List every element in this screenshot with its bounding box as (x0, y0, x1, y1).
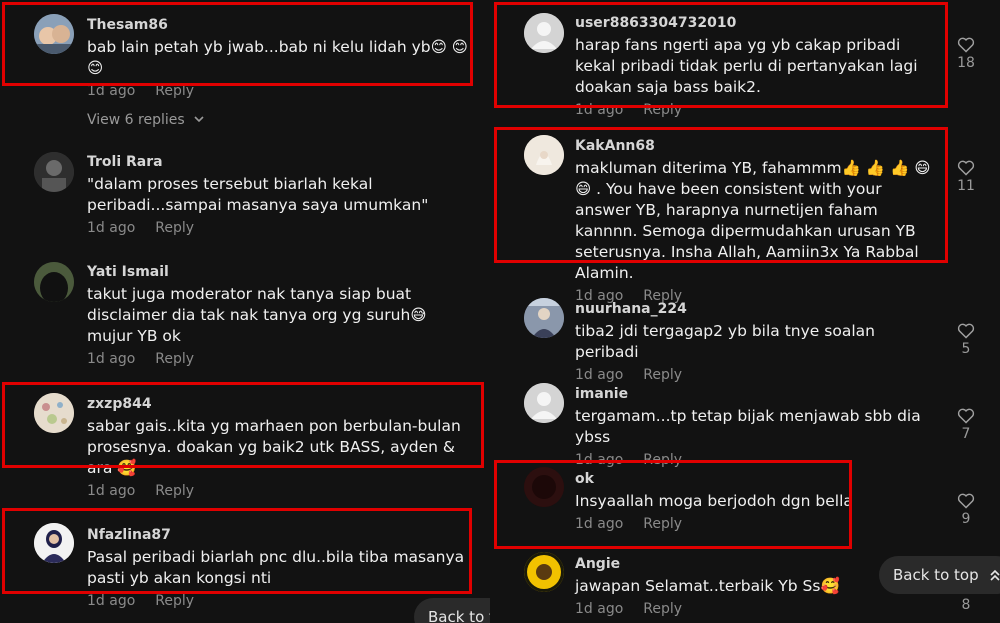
comment-username[interactable]: Nfazlina87 (87, 526, 472, 544)
heart-icon (957, 160, 975, 176)
avatar[interactable] (524, 467, 564, 507)
like-count: 5 (961, 341, 971, 357)
back-to-top-button[interactable]: Back to top (879, 556, 1000, 594)
reply-button[interactable]: Reply (643, 102, 682, 118)
comment-meta: 1d ago Reply (87, 593, 472, 609)
avatar[interactable] (524, 298, 564, 338)
heart-icon (957, 408, 975, 424)
comment-username[interactable]: Thesam86 (87, 16, 472, 34)
comment-meta: 1d ago Reply (575, 601, 935, 617)
comment-text: tergamam...tp tetap bijak menjawab sbb d… (575, 407, 921, 446)
comment-text: Insyaallah moga berjodoh dgn bella (575, 492, 853, 510)
comment-meta: 1d ago Reply (575, 516, 935, 532)
avatar[interactable] (524, 135, 564, 175)
double-chevron-up-icon (990, 569, 1000, 581)
reply-button[interactable]: Reply (643, 601, 682, 617)
comment-text: "dalam proses tersebut biarlah kekal per… (87, 175, 429, 214)
comment-meta: 1d ago Reply (575, 452, 935, 468)
reply-button[interactable]: Reply (643, 516, 682, 532)
comment-time: 1d ago (87, 593, 136, 609)
comment-time: 1d ago (87, 351, 136, 367)
avatar[interactable] (524, 383, 564, 423)
avatar[interactable] (34, 393, 74, 433)
comment-text: sabar gais..kita yg marhaen pon berbulan… (87, 417, 461, 477)
like-count: 7 (961, 426, 971, 442)
comment-time: 1d ago (575, 102, 624, 118)
like-button[interactable]: 7 (951, 408, 981, 442)
like-button[interactable]: 11 (951, 160, 981, 194)
back-to-top-button[interactable]: Back to to (414, 598, 490, 623)
view-replies-button[interactable]: View 6 replies (87, 112, 205, 128)
back-to-top-label: Back to top (893, 566, 979, 584)
like-count: 11 (957, 178, 975, 194)
heart-icon (957, 323, 975, 339)
reply-button[interactable]: Reply (643, 367, 682, 383)
like-count: 9 (961, 511, 971, 527)
left-comment-panel: Thesam86 bab lain petah yb jwab...bab ni… (0, 0, 490, 623)
comment-time: 1d ago (575, 452, 624, 468)
comment-username[interactable]: Troli Rara (87, 153, 472, 171)
comment-username[interactable]: zxzp844 (87, 395, 479, 413)
comment-username[interactable]: imanie (575, 385, 935, 403)
comment-time: 1d ago (575, 516, 624, 532)
reply-button[interactable]: Reply (643, 452, 682, 468)
comment-username[interactable]: Yati Ismail (87, 263, 472, 281)
avatar[interactable] (34, 14, 74, 54)
reply-button[interactable]: Reply (155, 83, 194, 99)
comment-meta: 1d ago Reply (575, 102, 935, 118)
comment-text: makluman diterima YB, fahammm👍 👍 👍 😄 😄 .… (575, 159, 931, 282)
comment-username[interactable]: KakAnn68 (575, 137, 940, 155)
comment-time: 1d ago (87, 83, 136, 99)
reply-button[interactable]: Reply (155, 220, 194, 236)
comment-username[interactable]: ok (575, 470, 935, 488)
chevron-down-icon (194, 116, 204, 123)
comment-text: takut juga moderator nak tanya siap buat… (87, 285, 427, 345)
like-count: 18 (957, 55, 975, 71)
comment-time: 1d ago (575, 601, 624, 617)
reply-button[interactable]: Reply (155, 593, 194, 609)
comment-text: tiba2 jdi tergagap2 yb bila tnye soalan … (575, 322, 875, 361)
comment-meta: 1d ago Reply (575, 367, 935, 383)
heart-icon (957, 493, 975, 509)
like-count-area[interactable]: 8 (951, 597, 981, 613)
comment-time: 1d ago (87, 483, 136, 499)
comment-meta: 1d ago Reply (87, 351, 472, 367)
comment-text: Pasal peribadi biarlah pnc dlu..bila tib… (87, 548, 465, 587)
back-to-top-label: Back to to (428, 608, 490, 623)
comment-meta: 1d ago Reply (87, 83, 472, 99)
reply-button[interactable]: Reply (155, 351, 194, 367)
like-count: 8 (961, 597, 971, 613)
comment-username[interactable]: user8863304732010 (575, 14, 935, 32)
comment-meta: 1d ago Reply (87, 483, 479, 499)
like-button[interactable]: 5 (951, 323, 981, 357)
view-replies-label: View 6 replies (87, 112, 185, 128)
like-button[interactable]: 9 (951, 493, 981, 527)
comment-username[interactable]: nuurhana_224 (575, 300, 935, 318)
comment-text: harap fans ngerti apa yg yb cakap pribad… (575, 36, 918, 96)
comment-time: 1d ago (575, 367, 624, 383)
avatar[interactable] (34, 262, 74, 302)
avatar[interactable] (34, 523, 74, 563)
avatar[interactable] (524, 13, 564, 53)
comment-time: 1d ago (87, 220, 136, 236)
comment-text: bab lain petah yb jwab...bab ni kelu lid… (87, 38, 468, 77)
heart-icon (957, 37, 975, 53)
comment-meta: 1d ago Reply (87, 220, 472, 236)
reply-button[interactable]: Reply (155, 483, 194, 499)
like-button[interactable]: 18 (951, 37, 981, 71)
avatar[interactable] (524, 552, 564, 592)
avatar[interactable] (34, 152, 74, 192)
right-comment-panel: user8863304732010 harap fans ngerti apa … (492, 0, 1000, 623)
